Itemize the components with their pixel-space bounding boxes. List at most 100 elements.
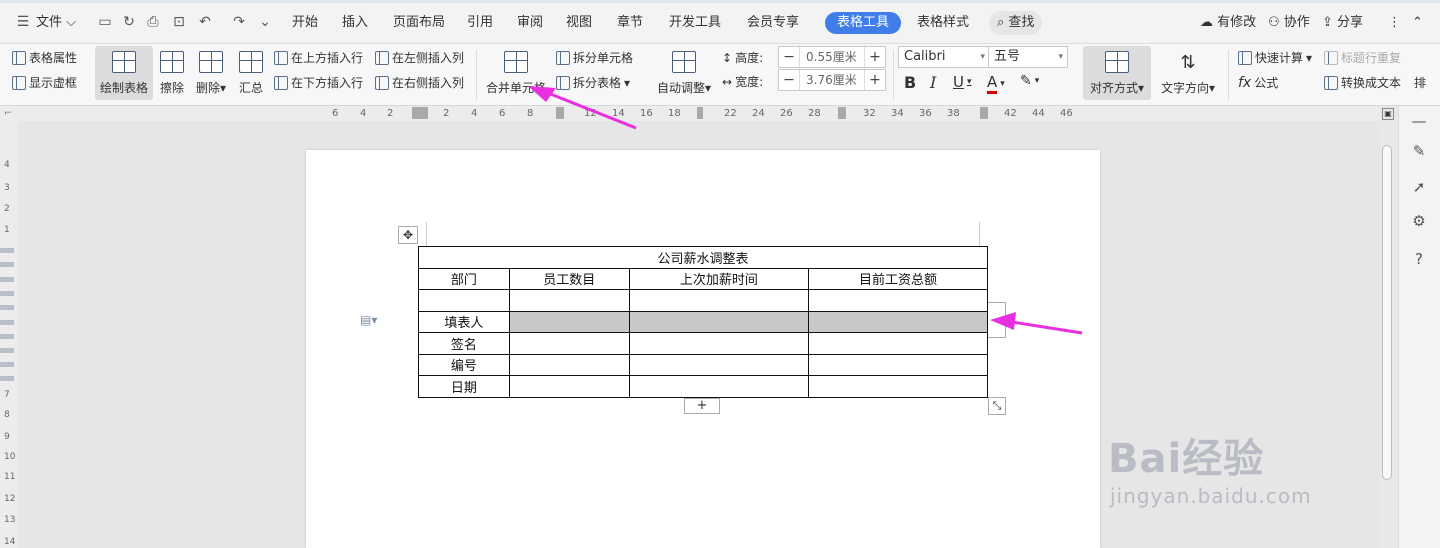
search-button[interactable]: ⌕ 查找: [989, 11, 1043, 35]
width-increase-button[interactable]: +: [865, 72, 885, 88]
collapse-ribbon-icon[interactable]: ⌃: [1412, 12, 1423, 34]
insert-row-below-button[interactable]: 在下方插入行: [274, 74, 363, 91]
insert-row-above-button[interactable]: 在上方插入行: [274, 49, 363, 66]
more-options-icon[interactable]: ⋮: [1388, 12, 1401, 34]
underline-button[interactable]: U ▾: [953, 73, 972, 91]
height-value[interactable]: 0.55厘米: [799, 47, 865, 67]
ruler-column-marker[interactable]: [697, 107, 703, 119]
collapse-panel-icon[interactable]: —: [1410, 112, 1428, 130]
tab-references[interactable]: 引用: [467, 12, 493, 34]
share-button[interactable]: ⇪ 分享: [1322, 12, 1363, 34]
tab-table-tools[interactable]: 表格工具: [825, 12, 902, 34]
horizontal-ruler[interactable]: [0, 106, 1380, 121]
table-cell[interactable]: 签名: [418, 332, 510, 355]
resize-table-icon[interactable]: ⤡: [988, 397, 1006, 415]
table-header-cell[interactable]: 上次加薪时间: [628, 267, 809, 290]
print-preview-icon[interactable]: ⊡: [170, 13, 188, 31]
ruler-column-marker[interactable]: [838, 107, 846, 119]
table-cell[interactable]: 编号: [418, 353, 510, 376]
quick-calc-button[interactable]: 快速计算 ▾: [1238, 49, 1312, 66]
hamburger-menu-icon[interactable]: ☰: [14, 13, 32, 31]
help-icon[interactable]: ?: [1410, 250, 1428, 268]
ruler-column-marker[interactable]: [556, 107, 564, 119]
tab-developer[interactable]: 开发工具: [669, 12, 721, 34]
font-color-button[interactable]: A ▾: [987, 73, 1005, 94]
print-icon[interactable]: ⎙: [144, 13, 162, 31]
table-cell[interactable]: [807, 332, 989, 355]
collab-button[interactable]: ⚇ 协作: [1268, 12, 1310, 34]
edit-pen-icon[interactable]: ✎: [1410, 142, 1428, 160]
tab-start[interactable]: 开始: [292, 12, 318, 34]
table-cell[interactable]: [628, 332, 809, 355]
merge-cells-button[interactable]: 合并单元格: [484, 46, 548, 100]
table-header-cell[interactable]: 目前工资总额: [807, 267, 989, 290]
paragraph-marker-icon[interactable]: ▤▾: [360, 313, 377, 327]
select-pointer-icon[interactable]: ➚: [1410, 178, 1428, 196]
table-title[interactable]: 公司薪水调整表: [418, 246, 988, 269]
height-stepper[interactable]: − 0.55厘米 +: [778, 46, 886, 68]
tab-chapter[interactable]: 章节: [617, 12, 643, 34]
highlight-button[interactable]: ✎ ▾: [1020, 73, 1039, 89]
table-cell[interactable]: [807, 375, 989, 398]
height-increase-button[interactable]: +: [865, 49, 885, 65]
insert-col-right-button[interactable]: 在右侧插入列: [375, 74, 464, 91]
formula-button[interactable]: fx 公式: [1238, 74, 1278, 91]
settings-sliders-icon[interactable]: ⚙: [1410, 212, 1428, 230]
file-menu[interactable]: 文件 ⌵: [36, 12, 76, 34]
insert-col-left-button[interactable]: 在左侧插入列: [375, 49, 464, 66]
table-cell[interactable]: [807, 289, 989, 312]
font-size-select[interactable]: 五号 ▾: [988, 46, 1068, 68]
table-cell[interactable]: [508, 375, 630, 398]
ruler-column-marker[interactable]: [412, 107, 428, 119]
italic-button[interactable]: I: [930, 73, 936, 92]
table-cell[interactable]: [508, 289, 630, 312]
redo-icon[interactable]: ↷: [230, 13, 248, 31]
table-cell[interactable]: [508, 353, 630, 376]
sort-button[interactable]: 排: [1414, 74, 1426, 91]
add-column-button[interactable]: [988, 302, 1006, 338]
align-button[interactable]: 对齐方式▾: [1083, 46, 1151, 100]
tab-member[interactable]: 会员专享: [747, 12, 799, 34]
width-stepper[interactable]: − 3.76厘米 +: [778, 69, 886, 91]
table-move-handle-icon[interactable]: ✥: [398, 226, 418, 244]
tab-view[interactable]: 视图: [566, 12, 592, 34]
table-header-cell[interactable]: 部门: [418, 267, 510, 290]
table-header-cell[interactable]: 员工数目: [508, 267, 630, 290]
repeat-header-button[interactable]: 标题行重复: [1324, 49, 1401, 66]
width-decrease-button[interactable]: −: [779, 72, 799, 88]
font-name-select[interactable]: Calibri ▾: [898, 46, 990, 68]
tab-page-layout[interactable]: 页面布局: [393, 12, 445, 34]
format-painter-icon[interactable]: ↻: [120, 13, 138, 31]
summary-button[interactable]: 汇总: [236, 46, 266, 100]
tab-table-style[interactable]: 表格样式: [917, 12, 969, 34]
scroll-up-icon[interactable]: ▣: [1382, 108, 1394, 120]
tab-review[interactable]: 审阅: [517, 12, 543, 34]
undo-icon[interactable]: ↶: [196, 13, 214, 31]
customize-toolbar-icon[interactable]: ⌄: [256, 13, 274, 31]
width-value[interactable]: 3.76厘米: [799, 70, 865, 90]
table-cell[interactable]: [628, 289, 809, 312]
modified-status[interactable]: ☁ 有修改: [1200, 12, 1256, 34]
split-cells-button[interactable]: 拆分单元格: [556, 49, 633, 66]
ruler-column-marker[interactable]: [980, 107, 988, 119]
table-cell[interactable]: 日期: [418, 375, 510, 398]
vertical-scrollbar[interactable]: [1382, 145, 1392, 480]
selected-cell[interactable]: [628, 310, 809, 333]
tab-insert[interactable]: 插入: [342, 12, 368, 34]
draw-table-button[interactable]: 绘制表格: [95, 46, 153, 100]
table-cell[interactable]: [628, 353, 809, 376]
save-icon[interactable]: ▭: [96, 13, 114, 31]
table-properties-button[interactable]: 表格属性: [12, 49, 77, 66]
convert-to-text-button[interactable]: 转换成文本: [1324, 74, 1401, 91]
add-row-button[interactable]: +: [684, 398, 720, 414]
selected-cell[interactable]: [807, 310, 989, 333]
delete-button[interactable]: 删除▾: [192, 46, 230, 100]
text-direction-button[interactable]: ⇅ 文字方向▾: [1156, 46, 1220, 100]
table-cell[interactable]: [807, 353, 989, 376]
bold-button[interactable]: B: [904, 73, 916, 92]
show-gridlines-button[interactable]: 显示虚框: [12, 74, 77, 91]
table-cell[interactable]: 填表人: [418, 310, 510, 333]
table-cell[interactable]: [508, 332, 630, 355]
table-cell[interactable]: [628, 375, 809, 398]
height-decrease-button[interactable]: −: [779, 49, 799, 65]
